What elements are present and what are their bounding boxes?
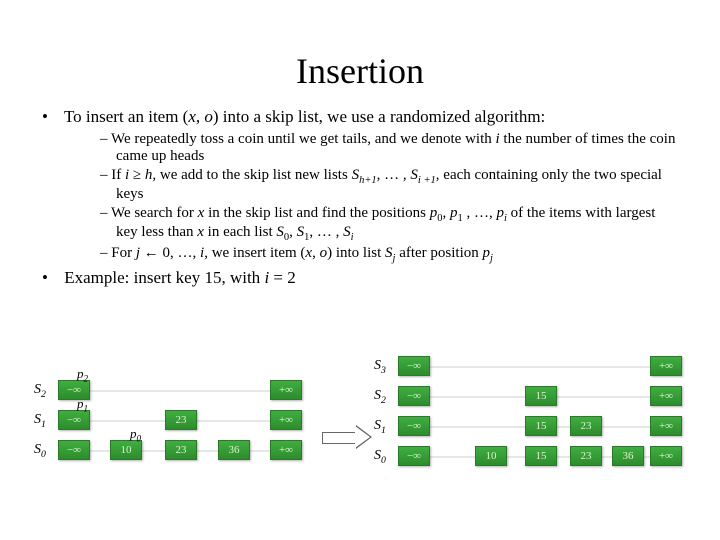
sub-list: We repeatedly toss a coin until we get t… xyxy=(60,131,680,264)
row-label: S1 xyxy=(374,418,386,436)
connector-line xyxy=(413,366,665,368)
skip-list-row: S1−∞1523+∞ xyxy=(380,416,690,436)
skip-list-node: 23 xyxy=(165,410,197,430)
skip-list-node: 23 xyxy=(570,446,602,466)
slide-title: Insertion xyxy=(40,50,680,92)
sub-4: For j ← 0, …, i, we insert item (x, o) i… xyxy=(100,245,680,264)
skip-list-row: S1−∞23+∞p1 xyxy=(40,410,310,430)
row-label: S3 xyxy=(374,358,386,376)
skip-list-node: −∞ xyxy=(398,416,430,436)
skip-list-row: S0−∞102336+∞p0 xyxy=(40,440,310,460)
row-label: S0 xyxy=(374,448,386,466)
connector-line xyxy=(73,390,285,392)
row-label: S2 xyxy=(34,382,46,400)
skip-list-node: 15 xyxy=(525,386,557,406)
arrow-icon xyxy=(322,425,372,449)
sub-3: We search for x in the skip list and fin… xyxy=(100,205,680,243)
skip-list-node: +∞ xyxy=(270,440,302,460)
skip-list-node: +∞ xyxy=(270,380,302,400)
skip-list-node: 15 xyxy=(525,446,557,466)
position-pointer: p2 xyxy=(77,366,88,384)
skip-list-row: S0−∞10152336+∞ xyxy=(380,446,690,466)
bullet-list: To insert an item (x, o) into a skip lis… xyxy=(40,107,680,288)
skip-list-node: +∞ xyxy=(650,356,682,376)
skip-list-node: 36 xyxy=(612,446,644,466)
skip-list-node: −∞ xyxy=(398,356,430,376)
skip-list-before: S2−∞+∞p2S1−∞23+∞p1S0−∞102336+∞p0 xyxy=(40,380,310,470)
skip-list-node: −∞ xyxy=(58,440,90,460)
row-label: S0 xyxy=(34,442,46,460)
skip-list-node: +∞ xyxy=(270,410,302,430)
skip-list-node: +∞ xyxy=(650,386,682,406)
position-pointer: p0 xyxy=(130,426,141,444)
position-pointer: p1 xyxy=(77,396,88,414)
skip-list-row: S2−∞15+∞ xyxy=(380,386,690,406)
row-label: S2 xyxy=(374,388,386,406)
bullet-1: To insert an item (x, o) into a skip lis… xyxy=(60,107,680,264)
row-label: S1 xyxy=(34,412,46,430)
sub-2: If i ≥ h, we add to the skip list new li… xyxy=(100,167,680,203)
sub-1: We repeatedly toss a coin until we get t… xyxy=(100,131,680,165)
skip-list-node: −∞ xyxy=(398,386,430,406)
skip-list-after: S3−∞+∞S2−∞15+∞S1−∞1523+∞S0−∞10152336+∞ xyxy=(380,356,690,476)
skip-list-node: +∞ xyxy=(650,446,682,466)
skip-list-row: S3−∞+∞ xyxy=(380,356,690,376)
skip-list-node: −∞ xyxy=(398,446,430,466)
skip-list-node: +∞ xyxy=(650,416,682,436)
skip-list-node: 10 xyxy=(475,446,507,466)
skip-list-node: 15 xyxy=(525,416,557,436)
bullet-2: Example: insert key 15, with i = 2 xyxy=(60,268,680,288)
skip-list-node: 23 xyxy=(165,440,197,460)
skip-list-node: 36 xyxy=(218,440,250,460)
skip-list-node: 23 xyxy=(570,416,602,436)
